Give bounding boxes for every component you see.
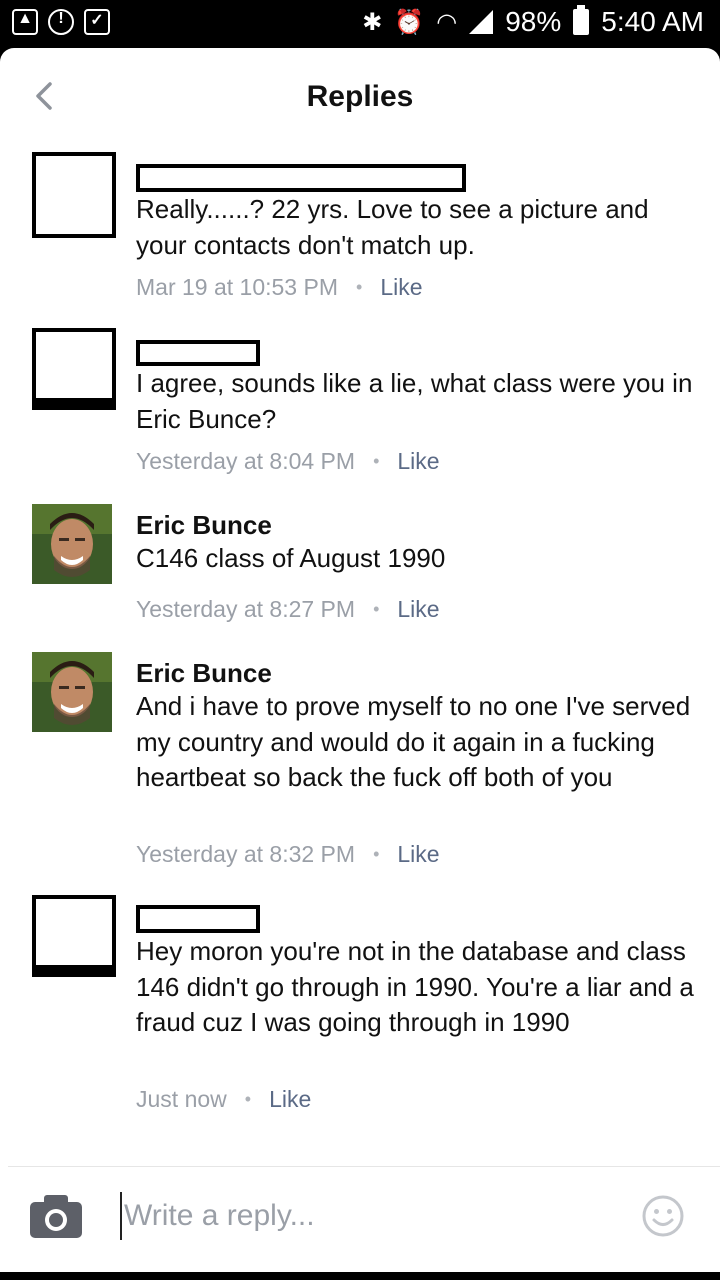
camera-icon[interactable] [30, 1194, 82, 1238]
like-link[interactable]: Like [269, 1086, 311, 1113]
status-bar: ▲ ! ✓ ✱ ⏰ ◠ 98% 5:40 AM [0, 0, 720, 48]
like-link[interactable]: Like [380, 274, 422, 301]
comment-meta: Yesterday at 8:27 PM • Like [136, 596, 440, 623]
comment-meta: Mar 19 at 10:53 PM • Like [136, 274, 423, 301]
avatar[interactable] [32, 895, 116, 977]
separator-dot: • [373, 844, 380, 864]
like-link[interactable]: Like [397, 841, 439, 868]
reply-composer [0, 1168, 720, 1272]
profile-photo [32, 652, 112, 732]
comment-text: Really......? 22 yrs. Love to see a pict… [136, 194, 649, 260]
smiley-icon[interactable] [642, 1195, 684, 1237]
signal-icon [469, 10, 494, 34]
header: Replies [0, 48, 720, 144]
bluetooth-icon: ✱ [362, 8, 383, 36]
comment-author[interactable]: Eric Bunce [136, 658, 272, 689]
like-link[interactable]: Like [397, 448, 439, 475]
comment-timestamp: Yesterday at 8:32 PM [136, 841, 356, 867]
comment-author[interactable]: Eric Bunce [136, 510, 272, 541]
status-time: 5:40 AM [601, 6, 704, 37]
avatar[interactable] [32, 152, 116, 238]
comment-text: And i have to prove myself to no one I'v… [136, 691, 691, 792]
comment-meta: Yesterday at 8:32 PM • Like [136, 841, 440, 868]
comment-timestamp: Yesterday at 8:04 PM [136, 448, 356, 474]
like-link[interactable]: Like [397, 596, 439, 623]
redacted-author-name[interactable] [136, 340, 260, 366]
bottom-bar [0, 1272, 720, 1280]
composer-divider [8, 1166, 720, 1167]
comment-timestamp: Mar 19 at 10:53 PM [136, 274, 338, 300]
wifi-icon: ◠ [436, 8, 458, 36]
clipboard-check-icon: ✓ [84, 9, 110, 35]
comment-meta: Yesterday at 8:04 PM • Like [136, 448, 440, 475]
profile-photo [32, 504, 112, 584]
comment-timestamp: Yesterday at 8:27 PM [136, 596, 356, 622]
download-icon: ! [48, 9, 74, 35]
separator-dot: • [373, 599, 380, 619]
separator-dot: • [356, 277, 363, 297]
alarm-icon: ⏰ [394, 8, 425, 36]
separator-dot: • [373, 451, 380, 471]
comment-timestamp: Just now [136, 1086, 227, 1112]
status-right-icons: ✱ ⏰ ◠ 98% 5:40 AM [362, 5, 704, 38]
page-title: Replies [306, 80, 414, 113]
reply-input[interactable] [120, 1192, 600, 1240]
comment-text: I agree, sounds like a lie, what class w… [136, 368, 693, 434]
replies-sheet: Replies Really......? 22 yrs. Love to se… [0, 48, 720, 1272]
comment-text: Hey moron you're not in the database and… [136, 936, 694, 1037]
separator-dot: • [244, 1089, 252, 1109]
battery-percent: 98% [505, 6, 562, 37]
avatar[interactable] [32, 652, 112, 732]
gallery-icon: ▲ [12, 9, 38, 35]
redacted-author-name[interactable] [136, 905, 260, 933]
comment-text: C146 class of August 1990 [136, 543, 446, 573]
comment-meta: Just now • Like [136, 1086, 311, 1113]
battery-icon [573, 5, 590, 35]
avatar[interactable] [32, 504, 112, 584]
status-left-icons: ▲ ! ✓ [12, 9, 110, 35]
redacted-author-name[interactable] [136, 164, 466, 192]
avatar[interactable] [32, 328, 116, 410]
